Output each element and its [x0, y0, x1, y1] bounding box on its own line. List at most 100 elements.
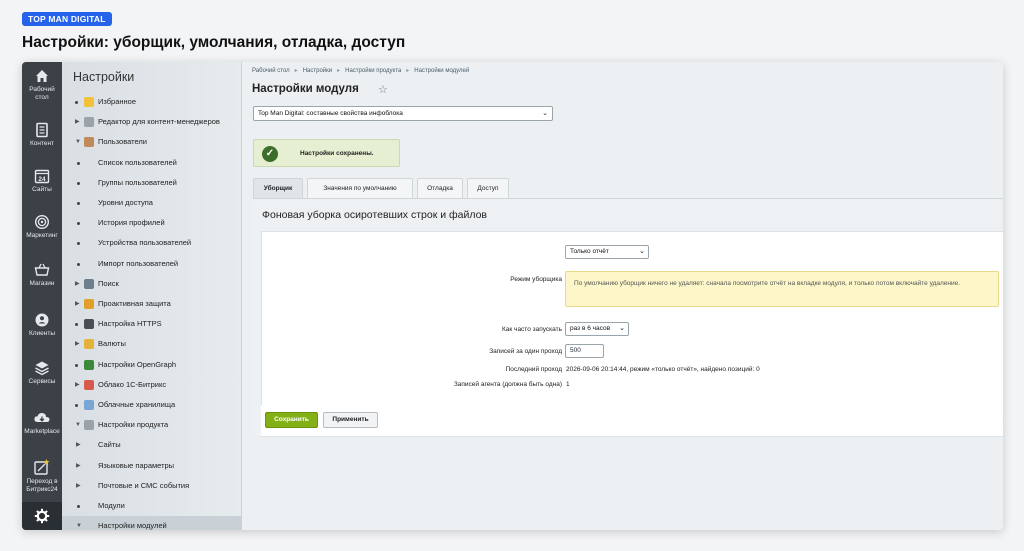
apply-button[interactable]: Применить	[323, 412, 378, 428]
sidebar-item-label: Проактивная защита	[98, 299, 171, 308]
pin-icon[interactable]: ⊥	[1002, 414, 1003, 423]
sidebar-item[interactable]: ▼ Настройки продукта	[62, 415, 241, 435]
sidebar-item[interactable]: ▶ Проактивная защита	[62, 294, 241, 314]
sidebar-item[interactable]: Избранное	[62, 92, 241, 112]
sidebar-item-label: Валюты	[98, 339, 126, 349]
sidebar-item[interactable]: ▶ Редактор для контент-менеджеров	[62, 112, 241, 132]
collapsed-arrow-icon[interactable]: ▶	[76, 456, 81, 476]
batch-input[interactable]: 500	[565, 344, 604, 358]
bullet-icon[interactable]	[75, 363, 78, 367]
bullet-icon[interactable]	[75, 404, 78, 407]
sidebar-item[interactable]: История профилей	[62, 213, 241, 233]
gear-icon	[34, 508, 50, 524]
bullet-icon[interactable]	[77, 202, 80, 205]
rail-label: Маркетинг	[26, 232, 58, 239]
bullet-icon[interactable]	[77, 242, 80, 246]
sidebar-item-label: История профилей	[98, 218, 165, 228]
breadcrumb-separator: ▸	[406, 68, 410, 74]
favorite-star-icon[interactable]: ☆	[378, 83, 388, 96]
cleaner-section: Фоновая уборка осиротевших строк и файло…	[253, 199, 1003, 437]
save-button[interactable]: Сохранить	[265, 412, 318, 428]
section-title: Фоновая уборка осиротевших строк и файло…	[262, 209, 488, 221]
rail-item-clients[interactable]: Клиенты	[22, 312, 62, 338]
tab-cleaner[interactable]: Уборщик	[253, 178, 303, 199]
bullet-icon[interactable]	[77, 505, 80, 508]
breadcrumb-link[interactable]: Настройки модулей	[414, 68, 469, 74]
expanded-arrow-icon[interactable]: ▼	[75, 132, 81, 152]
sidebar-item-label: Редактор для контент-менеджеров	[98, 117, 220, 127]
sidebar-item-label: Список пользователей	[98, 157, 177, 167]
bullet-icon[interactable]	[75, 323, 78, 327]
sidebar-title: Настройки	[73, 70, 135, 84]
rail-item-desktop[interactable]: Рабочий стол	[22, 68, 62, 102]
breadcrumb-link[interactable]: Настройки продукта	[345, 68, 401, 74]
main-content: Рабочий стол ▸ Настройки ▸ Настройки продукт…	[242, 62, 1003, 530]
collapsed-arrow-icon[interactable]: ▶	[76, 476, 81, 496]
sidebar-item[interactable]: ▶ Облако 1С-Битрикс	[62, 375, 241, 395]
expanded-arrow-icon[interactable]: ▼	[76, 516, 82, 530]
sidebar-item[interactable]: ▶ Языковые параметры	[62, 456, 241, 476]
breadcrumb-separator: ▸	[294, 68, 298, 74]
rail-item-services[interactable]: Сервисы	[22, 360, 62, 386]
sidebar-item[interactable]: ▼ Пользователи	[62, 132, 241, 152]
rail-label: Сайты	[32, 186, 52, 193]
document-icon	[36, 122, 48, 138]
sidebar-item-label: Облачные хранилища	[98, 400, 176, 409]
menu-item-icon	[84, 339, 94, 350]
mode-select[interactable]: Только отчёт ⌄	[565, 245, 649, 259]
sidebar-item[interactable]: Настройки OpenGraph	[62, 355, 241, 375]
collapsed-arrow-icon[interactable]: ▶	[75, 294, 80, 314]
sidebar-item-label: Настройки OpenGraph	[98, 359, 177, 369]
sidebar-item[interactable]: ▶ Почтовые и СМС события	[62, 476, 241, 496]
breadcrumb-link[interactable]: Рабочий стол	[252, 68, 290, 74]
bullet-icon[interactable]	[77, 262, 80, 266]
sidebar-item[interactable]: ▼ Настройки модулей	[62, 516, 241, 530]
sidebar-item[interactable]: Облачные хранилища	[62, 395, 241, 415]
sidebar-item[interactable]: Импорт пользователей	[62, 254, 241, 274]
tab-defaults[interactable]: Значения по умолчанию	[307, 178, 413, 199]
collapse-caret-icon[interactable]: ▼	[1002, 209, 1003, 218]
breadcrumb-separator: ▸	[337, 68, 341, 74]
bullet-icon[interactable]	[77, 222, 80, 226]
page-heading: Настройки: уборщик, умолчания, отладка, …	[22, 34, 406, 51]
sidebar-item-label: Поиск	[98, 278, 119, 288]
sidebar-item[interactable]: Уровни доступа	[62, 193, 241, 213]
sidebar-item[interactable]: Настройка HTTPS	[62, 314, 241, 334]
rail-item-sites[interactable]: 24 Сайты	[22, 168, 62, 194]
sidebar-item[interactable]: Группы пользователей	[62, 173, 241, 193]
tab-access[interactable]: Доступ	[467, 178, 509, 199]
collapsed-arrow-icon[interactable]: ▶	[75, 375, 80, 395]
collapsed-arrow-icon[interactable]: ▶	[75, 112, 80, 132]
bullet-icon[interactable]	[77, 181, 80, 185]
sidebar-item[interactable]: ▶ Валюты	[62, 334, 241, 354]
collapsed-arrow-icon[interactable]: ▶	[75, 334, 80, 354]
rail-item-settings[interactable]	[22, 502, 62, 530]
sidebar-item[interactable]: ▶ Поиск	[62, 274, 241, 294]
module-select[interactable]: Top Man Digital: составные свойства инфо…	[253, 106, 553, 121]
agents-label: Записей агента (должна быть одна)	[453, 381, 562, 388]
frequency-select[interactable]: раз в 6 часов ⌄	[565, 322, 629, 336]
home-icon	[36, 70, 48, 82]
sidebar-item[interactable]: ▶ Сайты	[62, 435, 241, 455]
chevron-down-icon: ⌄	[542, 110, 548, 117]
rail-item-marketplace[interactable]: Marketplace	[22, 410, 62, 436]
rail-item-shop[interactable]: Магазин	[22, 262, 62, 288]
tab-debug[interactable]: Отладка	[417, 178, 463, 199]
bullet-icon[interactable]	[75, 101, 78, 104]
rail-item-bitrix24[interactable]: Переход в Битрикс24	[22, 458, 62, 494]
sidebar-item[interactable]: Модули	[62, 496, 241, 516]
expanded-arrow-icon[interactable]: ▼	[75, 415, 81, 435]
sidebar-item-label: Настройки модулей	[98, 521, 167, 530]
svg-text:24: 24	[38, 176, 46, 183]
bullet-icon[interactable]	[77, 161, 80, 165]
rail-item-marketing[interactable]: Маркетинг	[22, 214, 62, 240]
sidebar-item-label: Настройки продукта	[98, 420, 169, 430]
breadcrumb-link[interactable]: Настройки	[303, 68, 332, 74]
collapsed-arrow-icon[interactable]: ▶	[76, 435, 81, 455]
clients-icon	[35, 313, 49, 327]
frequency-label: Как часто запускать	[502, 326, 562, 333]
rail-item-content[interactable]: Контент	[22, 122, 62, 148]
sidebar-item[interactable]: Устройства пользователей	[62, 233, 241, 253]
collapsed-arrow-icon[interactable]: ▶	[75, 274, 80, 294]
sidebar-item[interactable]: Список пользователей	[62, 153, 241, 173]
